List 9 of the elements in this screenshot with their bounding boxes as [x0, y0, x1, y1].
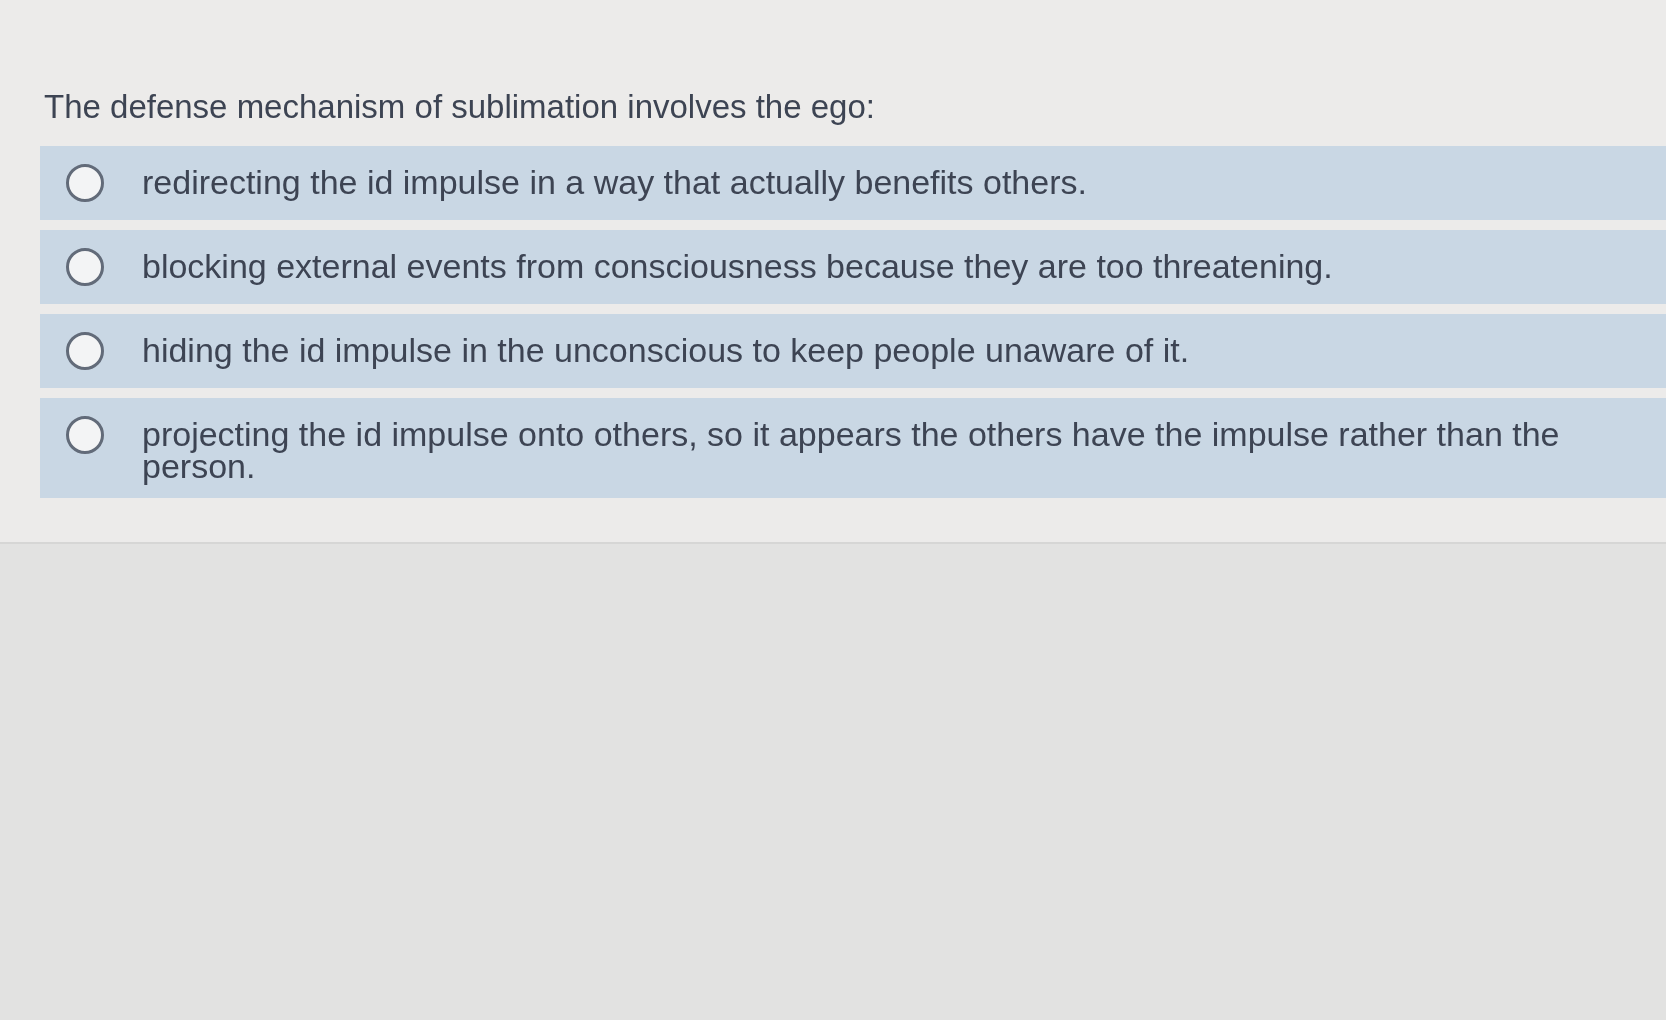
- answer-option[interactable]: hiding the id impulse in the unconscious to keep people unaware of it.: [40, 314, 1666, 388]
- radio-button[interactable]: [66, 164, 104, 202]
- answer-option[interactable]: blocking external events from consciousness because they are too threatening.: [40, 230, 1666, 304]
- question-text: The defense mechanism of sublimation involves the ego:: [43, 88, 876, 126]
- radio-button[interactable]: [66, 332, 104, 370]
- radio-button[interactable]: [66, 248, 104, 286]
- answer-option[interactable]: redirecting the id impulse in a way that actually benefits others.: [40, 146, 1666, 220]
- radio-button[interactable]: [66, 416, 104, 454]
- answer-option[interactable]: projecting the id impulse onto others, so it appears the others have the impulse rather than the person.: [40, 398, 1666, 498]
